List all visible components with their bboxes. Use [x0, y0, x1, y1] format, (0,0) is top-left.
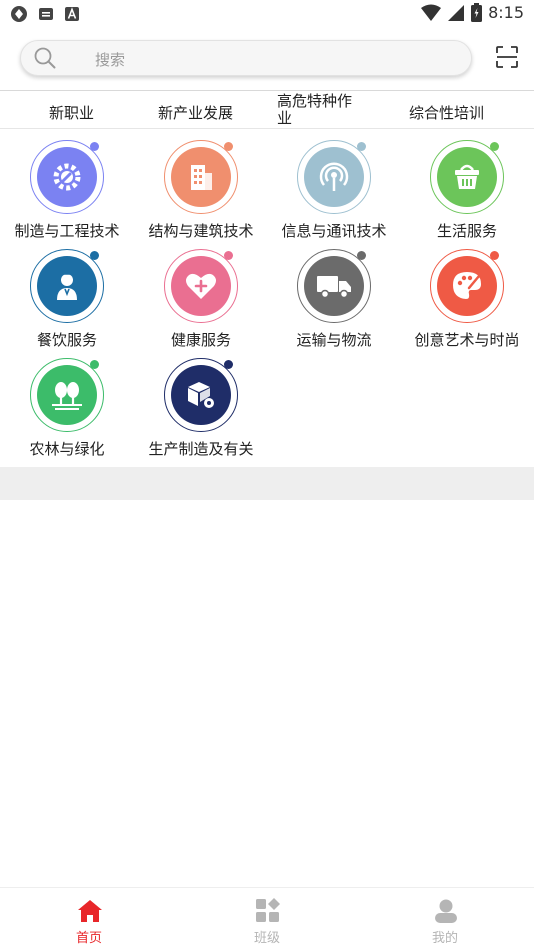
search-placeholder: 搜索	[95, 51, 126, 69]
building-icon	[191, 165, 212, 190]
category-ring	[297, 140, 371, 214]
notification-dot	[357, 251, 366, 260]
category-label: 生活服务	[436, 222, 497, 240]
scan-icon[interactable]	[496, 46, 518, 68]
category-ring	[297, 249, 371, 323]
nav-mine[interactable]: 我的	[395, 888, 495, 950]
category-label: 制造与工程技术	[14, 222, 120, 240]
category-ring	[430, 140, 504, 214]
category-construction[interactable]: 结构与建筑技术	[134, 140, 268, 250]
notification-dot	[357, 142, 366, 151]
category-health[interactable]: 健康服务	[134, 249, 268, 359]
battery-icon	[471, 3, 483, 22]
tab-new-industry[interactable]: 新产业发展	[158, 102, 233, 123]
category-label: 信息与通讯技术	[281, 222, 387, 240]
notification-dot	[90, 251, 99, 260]
nav-class[interactable]: 班级	[217, 888, 317, 950]
truck-icon	[317, 276, 351, 299]
user-icon	[435, 899, 457, 923]
category-ring	[164, 358, 238, 432]
tab-new-occupation[interactable]: 新职业	[49, 102, 94, 123]
notification-dot	[224, 251, 233, 260]
status-time: 8:15	[488, 3, 524, 22]
notification-dot	[224, 360, 233, 369]
section-divider	[0, 467, 534, 500]
palette-icon	[453, 272, 481, 299]
gear-wrench-icon	[53, 163, 81, 191]
home-icon	[78, 900, 102, 922]
chef-icon	[57, 273, 77, 300]
category-ring	[30, 249, 104, 323]
category-label: 农林与绿化	[29, 440, 105, 458]
category-ring	[30, 358, 104, 432]
notification-dot	[490, 142, 499, 151]
category-label: 餐饮服务	[36, 331, 97, 349]
category-creative-arts[interactable]: 创意艺术与时尚	[400, 249, 534, 359]
category-label: 健康服务	[170, 331, 231, 349]
nav-home[interactable]: 首页	[39, 888, 139, 950]
category-agriculture[interactable]: 农林与绿化	[0, 358, 134, 468]
search-icon	[34, 47, 56, 69]
category-catering[interactable]: 餐饮服务	[0, 249, 134, 359]
category-label: 结构与建筑技术	[148, 222, 254, 240]
antenna-icon	[319, 162, 349, 191]
category-production[interactable]: 生产制造及有关	[134, 358, 268, 468]
notification-dot	[490, 251, 499, 260]
category-ring	[164, 140, 238, 214]
category-life-service[interactable]: 生活服务	[400, 140, 534, 250]
category-tabs: 新职业 新产业发展 高危特种作业 综合性培训	[0, 90, 534, 129]
category-ict[interactable]: 信息与通讯技术	[267, 140, 401, 250]
category-ring	[30, 140, 104, 214]
signal-icon	[448, 4, 465, 21]
category-ring	[430, 249, 504, 323]
category-label: 创意艺术与时尚	[414, 331, 520, 349]
notification-dot	[90, 360, 99, 369]
wifi-icon	[421, 4, 442, 21]
tab-high-risk-work[interactable]: 高危特种作业	[277, 93, 361, 127]
category-label: 运输与物流	[296, 331, 372, 349]
mail-icon	[39, 8, 53, 20]
category-manufacturing[interactable]: 制造与工程技术	[0, 140, 134, 250]
basket-icon	[455, 164, 479, 189]
category-logistics[interactable]: 运输与物流	[267, 249, 401, 359]
nav-label: 我的	[431, 931, 458, 946]
heart-plus-icon	[186, 273, 216, 299]
app-icon	[11, 6, 27, 22]
search-box[interactable]: 搜索	[20, 40, 472, 76]
notification-dot	[224, 142, 233, 151]
class-grid-icon	[256, 898, 280, 922]
tab-comprehensive-training[interactable]: 综合性培训	[409, 102, 484, 123]
status-bar: 8:15	[0, 0, 534, 28]
trees-icon	[52, 382, 82, 410]
box-gear-icon	[188, 382, 214, 408]
category-label: 生产制造及有关	[148, 440, 254, 458]
font-icon	[65, 7, 79, 21]
bottom-nav: 首页 班级 我的	[0, 887, 534, 950]
notification-dot	[90, 142, 99, 151]
category-ring	[164, 249, 238, 323]
nav-label: 班级	[253, 931, 280, 946]
nav-label: 首页	[75, 931, 102, 946]
